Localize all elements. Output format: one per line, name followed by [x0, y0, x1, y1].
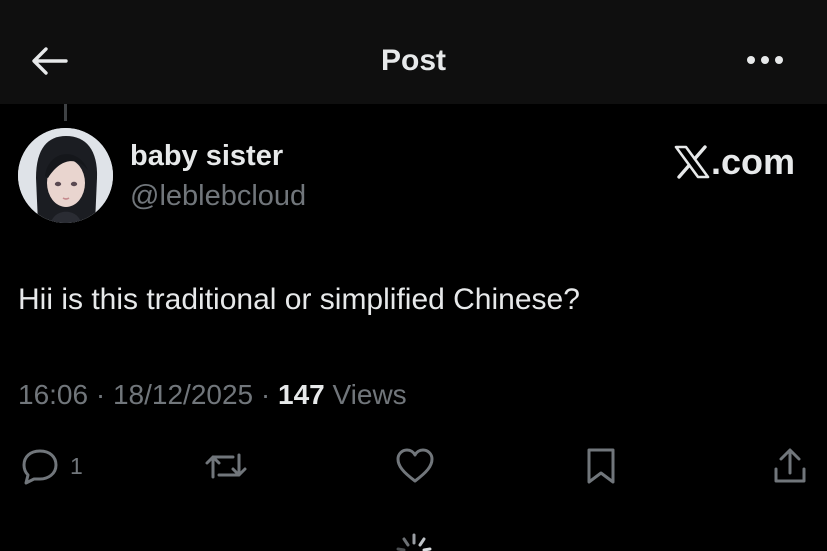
like-icon	[396, 448, 434, 483]
avatar-image	[18, 128, 113, 223]
post-date[interactable]: 18/12/2025	[113, 379, 253, 410]
bookmark-button[interactable]	[584, 444, 618, 488]
watermark-text: .com	[710, 141, 795, 182]
author-handle[interactable]: @leblebcloud	[130, 178, 306, 214]
reply-button[interactable]: 1	[20, 444, 83, 488]
ellipsis-icon	[747, 56, 783, 64]
bookmark-icon	[587, 448, 615, 484]
more-options-button[interactable]	[740, 44, 790, 76]
x-watermark: .com	[674, 142, 795, 182]
thread-connector-line	[64, 104, 67, 121]
reply-icon	[22, 449, 58, 485]
views-count[interactable]: 147	[278, 379, 325, 410]
reply-count: 1	[70, 452, 83, 479]
post-metadata: 16:06 · 18/12/2025 · 147 Views	[18, 377, 407, 413]
author-display-name[interactable]: baby sister	[130, 138, 283, 174]
x-logo-icon	[674, 145, 710, 179]
like-button[interactable]	[395, 444, 435, 488]
post-text: Hii is this traditional or simplified Ch…	[18, 283, 580, 316]
avatar[interactable]	[18, 128, 113, 223]
top-bar: Post	[0, 0, 827, 104]
page-title: Post	[380, 44, 446, 77]
repost-button[interactable]	[203, 444, 249, 488]
share-button[interactable]	[771, 444, 809, 488]
loading-spinner-icon	[396, 533, 432, 551]
repost-icon	[205, 453, 247, 479]
views-label[interactable]: Views	[333, 379, 407, 410]
share-icon	[774, 448, 806, 483]
meta-separator: ·	[95, 379, 106, 410]
meta-separator: ·	[260, 379, 271, 410]
post-time[interactable]: 16:06	[18, 379, 88, 410]
